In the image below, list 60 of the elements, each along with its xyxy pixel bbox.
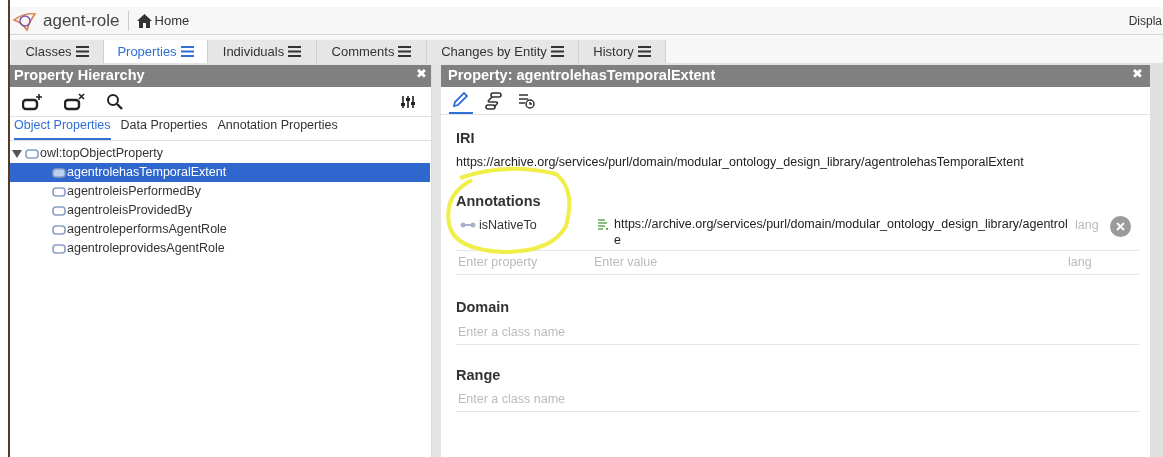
nav-tab[interactable]: Changes by Entity — [427, 40, 579, 63]
literal-icon — [598, 219, 609, 231]
hierarchy-tab[interactable]: Annotation Properties — [217, 116, 338, 140]
search-icon[interactable] — [106, 93, 123, 110]
close-button[interactable]: ✖ — [1132, 66, 1143, 80]
add-property-icon[interactable] — [22, 92, 44, 111]
section-heading: IRI — [456, 129, 476, 148]
remove-button[interactable] — [1110, 216, 1131, 238]
display-menu[interactable]: Displa — [1128, 11, 1162, 30]
annotation-property-icon — [460, 221, 476, 230]
tree-item[interactable]: owl:topObjectProperty — [10, 144, 430, 163]
property-icon — [52, 186, 66, 197]
menu-icon — [180, 46, 194, 57]
menu-icon — [75, 46, 89, 57]
tree-item[interactable]: agentrolehasTemporalExtent — [10, 163, 430, 182]
value-input[interactable]: Enter value — [594, 253, 1068, 273]
annotation-property: isNativeTo — [479, 217, 538, 235]
section-heading: Domain — [456, 298, 511, 318]
tree-item[interactable]: agentroleisProvidedBy — [10, 201, 430, 220]
nav-tab[interactable]: History — [579, 40, 666, 63]
pencil-tab[interactable] — [449, 90, 473, 114]
language-input[interactable]: lang — [1068, 253, 1108, 273]
nav-tab[interactable]: Comments — [317, 40, 427, 63]
nav-tab[interactable]: Classes — [11, 40, 104, 63]
project-title: agent-role — [43, 9, 120, 32]
property-icon — [52, 205, 66, 216]
property-icon — [25, 148, 39, 159]
menu-icon — [398, 46, 412, 57]
property-icon — [52, 167, 66, 178]
tree-item[interactable]: agentroleprovidesAgentRole — [10, 239, 430, 258]
nav-tab[interactable]: Properties — [104, 40, 208, 63]
list-clock-icon — [517, 91, 537, 111]
close-icon — [1116, 222, 1125, 232]
property-icon — [52, 224, 66, 235]
annotation-value: https://archive.org/services/purl/domain/modular_ontology_design_library/agentrole — [614, 216, 1069, 249]
home-link[interactable]: Home — [154, 10, 190, 31]
nav-tab[interactable]: Individuals — [208, 40, 317, 63]
section-heading: Annotations — [456, 191, 542, 211]
domain-input[interactable]: Enter a class name — [456, 320, 1139, 345]
tree-item[interactable]: agentroleisPerformedBy — [10, 182, 430, 201]
property-icon — [52, 243, 66, 254]
panel-title: Property: agentrolehasTemporalExtent — [448, 66, 716, 86]
property-input[interactable]: Enter property — [456, 253, 594, 273]
tree-item[interactable]: agentroleperformsAgentRole — [10, 220, 430, 239]
delete-property-icon[interactable] — [64, 92, 86, 111]
panel-title: Property Hierarchy — [14, 66, 145, 86]
menu-icon — [550, 46, 564, 57]
close-button[interactable]: ✖ — [416, 66, 427, 80]
path-icon — [484, 91, 504, 111]
home-icon — [136, 13, 152, 28]
menu-icon — [288, 46, 302, 57]
iri-text: https://archive.org/services/purl/domain/modular_ontology_design_library/agentrolehasTemporalExtent — [456, 153, 1025, 171]
expand-arrow-icon[interactable] — [12, 148, 22, 159]
filter-sliders-icon[interactable] — [401, 94, 415, 109]
menu-icon — [637, 46, 651, 57]
language-field: lang — [1075, 216, 1107, 235]
section-heading: Range — [456, 365, 502, 385]
hierarchy-tab[interactable]: Object Properties — [14, 116, 111, 140]
hierarchy-tab[interactable]: Data Properties — [120, 116, 208, 140]
range-input[interactable]: Enter a class name — [456, 387, 1139, 412]
